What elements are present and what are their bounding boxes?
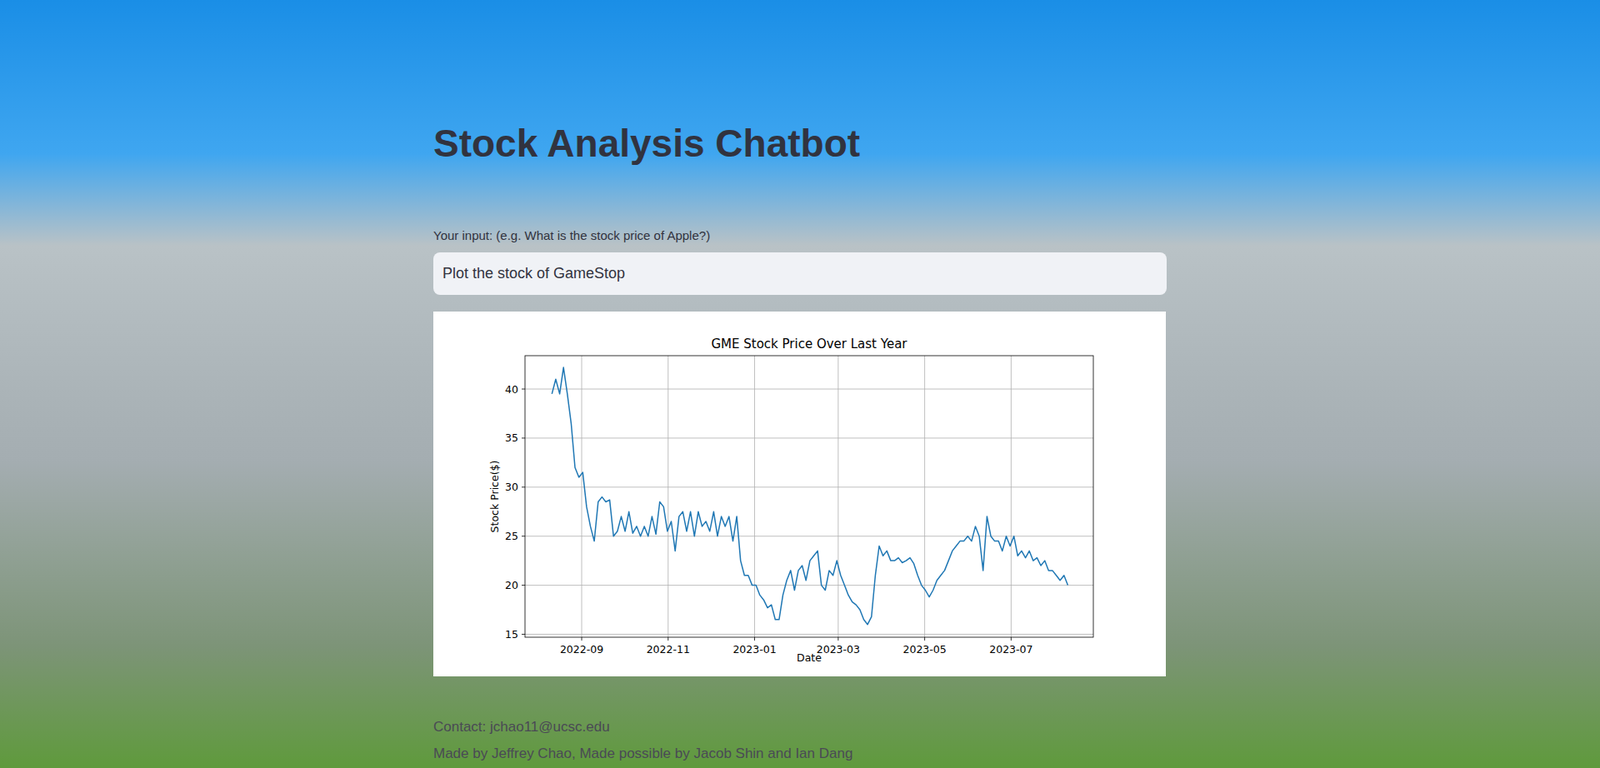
y-tick: 35 xyxy=(505,431,1094,445)
y-tick: 40 xyxy=(505,382,1094,395)
x-axis-label: Date xyxy=(796,651,822,665)
svg-text:25: 25 xyxy=(505,530,519,543)
chart-title: GME Stock Price Over Last Year xyxy=(710,336,908,352)
plot-frame xyxy=(525,355,1094,638)
svg-text:2023-03: 2023-03 xyxy=(816,643,860,656)
y-tick: 20 xyxy=(505,579,1094,592)
page-title: Stock Analysis Chatbot xyxy=(433,119,1167,170)
page: Stock Analysis Chatbot Your input: (e.g. … xyxy=(0,0,1600,768)
stock-chart: GME Stock Price Over Last Year 15 20 25 30 35… xyxy=(433,311,1166,677)
x-tick: 2023-05 xyxy=(902,355,946,656)
input-label: Your input: (e.g. What is the stock pric… xyxy=(433,227,1167,245)
y-tick: 15 xyxy=(505,628,1094,641)
svg-text:40: 40 xyxy=(505,382,519,395)
chat-input[interactable]: Plot the stock of GameStop xyxy=(433,252,1167,295)
svg-text:30: 30 xyxy=(505,480,519,494)
main-column: Stock Analysis Chatbot Your input: (e.g. … xyxy=(433,0,1167,764)
x-tick: 2023-07 xyxy=(989,355,1033,656)
svg-text:2023-05: 2023-05 xyxy=(902,643,946,656)
price-line xyxy=(551,367,1068,625)
svg-text:2022-09: 2022-09 xyxy=(560,643,604,656)
contact-text: Contact: jchao11@ucsc.edu xyxy=(433,718,1167,737)
x-tick: 2022-11 xyxy=(646,355,690,656)
svg-text:20: 20 xyxy=(505,579,519,592)
x-tick: 2023-01 xyxy=(732,355,776,656)
svg-text:15: 15 xyxy=(505,628,519,641)
chart-panel: GME Stock Price Over Last Year 15 20 25 30 35… xyxy=(433,311,1166,677)
svg-text:35: 35 xyxy=(505,431,519,445)
svg-text:2022-11: 2022-11 xyxy=(646,643,690,656)
y-axis-label: Stock Price($) xyxy=(488,460,501,533)
svg-text:2023-01: 2023-01 xyxy=(732,643,776,656)
x-tick: 2022-09 xyxy=(560,355,604,656)
svg-text:2023-07: 2023-07 xyxy=(989,643,1033,656)
x-tick: 2023-03 xyxy=(816,355,860,656)
y-tick: 30 xyxy=(505,480,1094,494)
credits-text: Made by Jeffrey Chao, Made possible by J… xyxy=(433,745,1167,764)
